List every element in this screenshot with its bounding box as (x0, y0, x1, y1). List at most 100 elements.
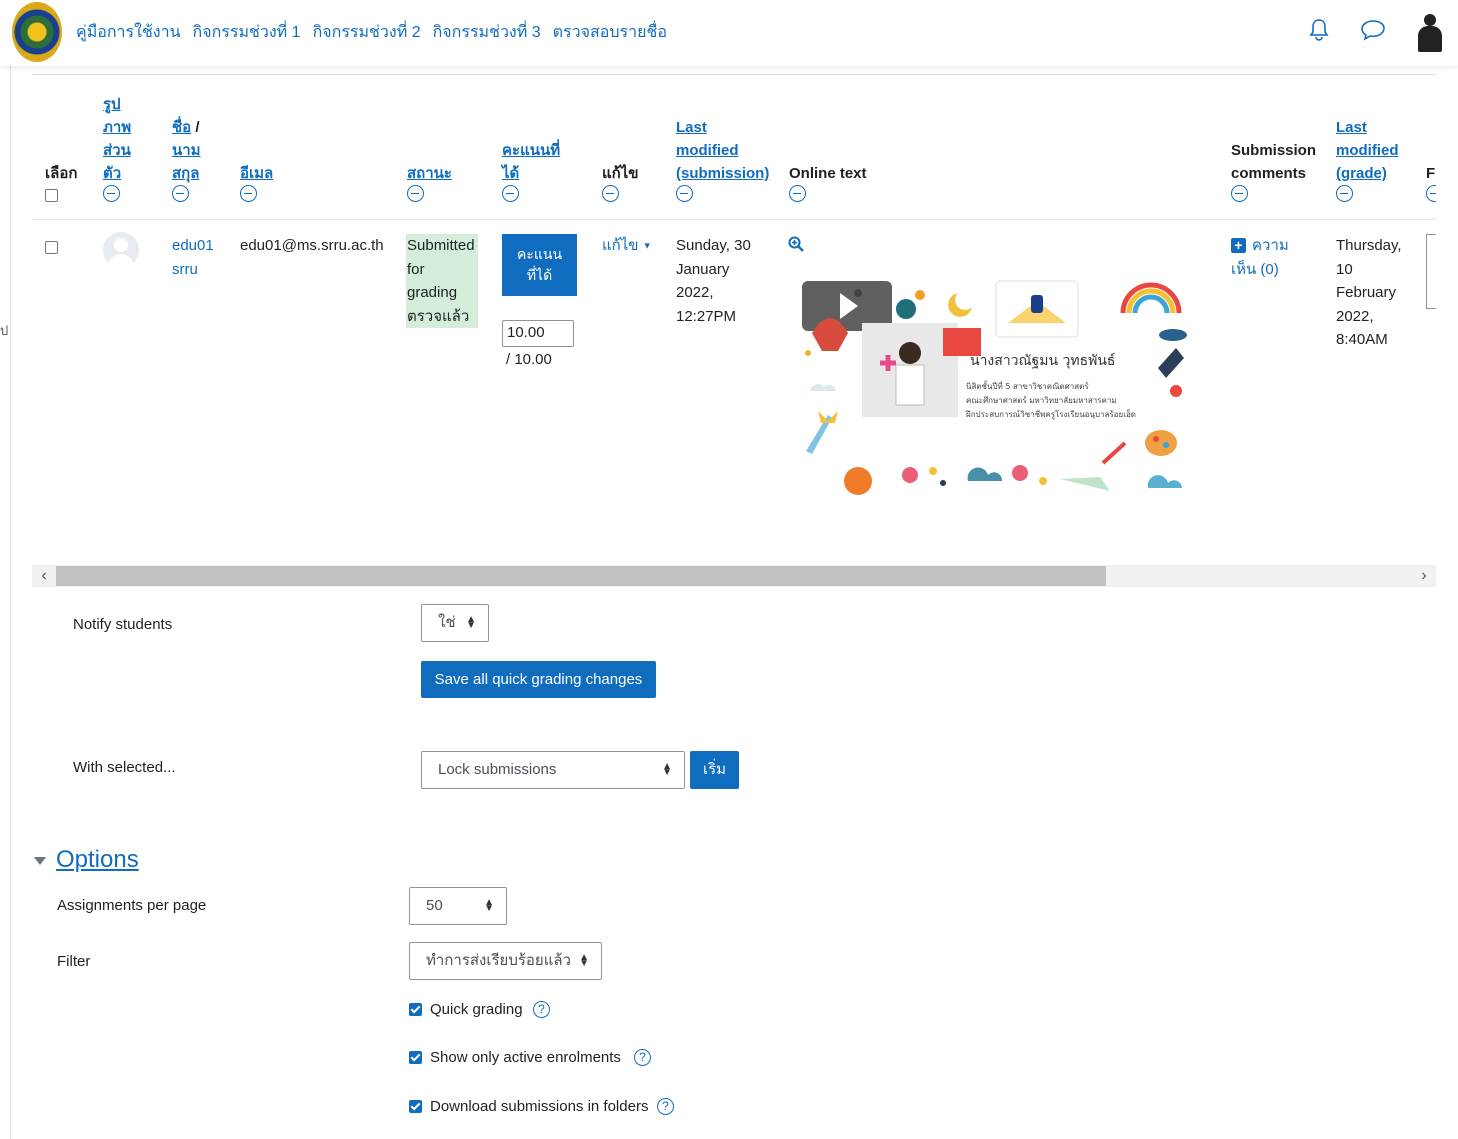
table-horizontal-scrollbar[interactable]: ‹ › (32, 565, 1436, 587)
options-heading[interactable]: Options (56, 846, 139, 873)
submission-date-line-1: Sunday, 30 (676, 237, 751, 254)
select-caret-icon: ▲ ▼ (662, 761, 672, 778)
notify-students-select[interactable]: ใช่ ▲ ▼ (421, 604, 489, 642)
nav-item-activity-3[interactable]: กิจกรรมช่วงที่ 3 (433, 20, 541, 45)
download-folders-checkbox[interactable] (409, 1100, 422, 1113)
header-status-link[interactable]: สถานะ (407, 165, 452, 182)
header-name-line-1[interactable]: ชื่อ (172, 119, 191, 136)
scroll-left-icon[interactable]: ‹ (34, 565, 54, 587)
nav-item-activity-1[interactable]: กิจกรรมช่วงที่ 1 (193, 20, 301, 45)
download-folders-label: Download submissions in folders (430, 1098, 649, 1115)
per-page-value: 50 (426, 897, 443, 914)
primary-navigation: คู่มือการใช้งาน กิจกรรมช่วงที่ 1 กิจกรรม… (76, 20, 667, 45)
header-lms-line-3[interactable]: (submission) (676, 165, 769, 182)
header-select: เลือก (45, 162, 77, 202)
collapse-name-icon[interactable] (172, 185, 189, 202)
select-caret-icon: ▲ ▼ (579, 952, 589, 969)
collapse-lmg-icon[interactable] (1336, 185, 1353, 202)
collapse-grade-icon[interactable] (502, 185, 519, 202)
video-subtitle-2: คณะศึกษาศาสตร์ มหาวิทยาลัยมหาสารคาม (966, 395, 1117, 405)
bell-icon[interactable] (1306, 18, 1332, 44)
nav-item-manual[interactable]: คู่มือการใช้งาน (76, 20, 181, 45)
grade-input[interactable]: 10.00 (502, 320, 574, 347)
student-name-line-2[interactable]: srru (172, 261, 198, 278)
edit-menu[interactable]: แก้ไข ▼ (602, 234, 652, 258)
video-subtitle-3: ฝึกประสบการณ์วิชาชีพครูโรงเรียนอนุบาลร้อ… (965, 409, 1136, 420)
university-logo[interactable] (12, 2, 62, 62)
collapse-final-icon[interactable] (1426, 185, 1436, 202)
header-lms-line-2[interactable]: modified (676, 142, 739, 159)
student-name-line-1[interactable]: edu01 (172, 237, 214, 254)
caret-down-icon: ▼ (642, 240, 652, 251)
header-picture-line-4[interactable]: ตัว (103, 165, 121, 182)
header-picture-line-1[interactable]: รูป (103, 96, 121, 113)
student-name: edu01 srru (172, 234, 214, 281)
submission-date-line-2: January (676, 260, 730, 278)
nav-item-activity-2[interactable]: กิจกรรมช่วงที่ 2 (313, 20, 421, 45)
collapse-lms-icon[interactable] (676, 185, 693, 202)
collapse-edit-icon[interactable] (602, 185, 619, 202)
quick-grading-label: Quick grading (430, 1001, 523, 1018)
go-button[interactable]: เริ่ม (690, 751, 739, 789)
nav-item-check-names[interactable]: ตรวจสอบรายชื่อ (553, 20, 667, 45)
zoom-in-icon[interactable] (788, 236, 804, 252)
edit-menu-label[interactable]: แก้ไข (602, 237, 639, 254)
collapse-email-icon[interactable] (240, 185, 257, 202)
scroll-right-icon[interactable]: › (1414, 565, 1434, 587)
filter-select[interactable]: ทำการส่งเรียบร้อยแล้ว ▲ ▼ (409, 942, 602, 980)
per-page-select[interactable]: 50 ▲ ▼ (409, 887, 507, 925)
header-sc-line-2: comments (1231, 165, 1307, 182)
header-name-slash: / (195, 119, 200, 136)
video-subtitle-1: นิสิตชั้นปีที่ 5 สาขาวิชาคณิตศาสตร์ (966, 380, 1089, 391)
header-grade-line-1[interactable]: คะแนนที่ (502, 142, 560, 159)
select-caret-icon: ▲ ▼ (484, 897, 494, 914)
header-picture-line-2[interactable]: ภาพ (103, 119, 131, 136)
quick-grading-checkbox[interactable] (409, 1003, 422, 1016)
header-online-text: Online text (789, 162, 867, 209)
header-online-text-label: Online text (789, 165, 867, 182)
with-selected-select[interactable]: Lock submissions ▲ ▼ (421, 751, 685, 789)
header-grade-line-2[interactable]: ได้ (502, 165, 519, 182)
user-picture[interactable] (103, 232, 139, 268)
collapse-status-icon[interactable] (407, 185, 424, 202)
user-avatar[interactable] (1416, 14, 1442, 52)
header-lms-line-1[interactable]: Last (676, 119, 707, 136)
scrollbar-thumb[interactable] (56, 566, 1106, 586)
collapse-online-text-icon[interactable] (789, 185, 806, 202)
message-icon[interactable] (1360, 18, 1386, 44)
active-enrolments-checkbox[interactable] (409, 1051, 422, 1064)
save-quick-grading-button[interactable]: Save all quick grading changes (421, 661, 656, 698)
comments-line-2[interactable]: เห็น (0) (1231, 261, 1279, 278)
header-name-line-3[interactable]: สกุล (172, 165, 199, 182)
options-section-toggle[interactable]: Options (34, 846, 139, 874)
plus-square-icon[interactable]: + (1231, 238, 1246, 253)
online-text-video[interactable]: นางสาวณัฐมน วุทธพันธ์ นิสิตชั้นปีที่ 5 ส… (798, 273, 1198, 503)
row-select-checkbox[interactable] (45, 241, 58, 254)
final-grade-field-edge[interactable] (1426, 234, 1436, 309)
grade-date-line-4: 2022, (1336, 307, 1374, 325)
collapse-comments-icon[interactable] (1231, 185, 1248, 202)
help-icon[interactable]: ? (657, 1098, 674, 1115)
help-icon[interactable]: ? (634, 1049, 651, 1066)
header-picture-line-3[interactable]: ส่วน (103, 142, 131, 159)
header-name-line-2[interactable]: นาม (172, 142, 201, 159)
video-caption: นางสาวณัฐมน วุทธพันธ์ (970, 352, 1115, 369)
submission-date-line-4: 12:27PM (676, 307, 737, 325)
comments-line-1[interactable]: ความ (1252, 237, 1289, 254)
header-email-link[interactable]: อีเมล (240, 165, 273, 182)
comments-link[interactable]: + ความ เห็น (0) (1231, 234, 1289, 281)
grade-date: Thursday, 10 February 2022, 8:40AM (1336, 234, 1402, 352)
status-line-3: grading (407, 284, 458, 301)
help-icon[interactable]: ? (533, 1001, 550, 1018)
select-caret-icon: ▲ ▼ (466, 614, 476, 631)
header-lmg-line-1[interactable]: Last (1336, 119, 1367, 136)
grade-date-line-1: Thursday, (1336, 237, 1402, 254)
active-enrolments-label: Show only active enrolments (430, 1049, 621, 1066)
with-selected-value: Lock submissions (438, 761, 557, 778)
header-lmg-line-3[interactable]: (grade) (1336, 165, 1387, 182)
select-all-checkbox[interactable] (45, 189, 58, 202)
grade-button[interactable]: คะแนน ที่ได้ (502, 234, 577, 296)
header-lmg-line-2[interactable]: modified (1336, 142, 1399, 159)
collapse-picture-icon[interactable] (103, 185, 120, 202)
header-edit: แก้ไข (602, 162, 639, 209)
